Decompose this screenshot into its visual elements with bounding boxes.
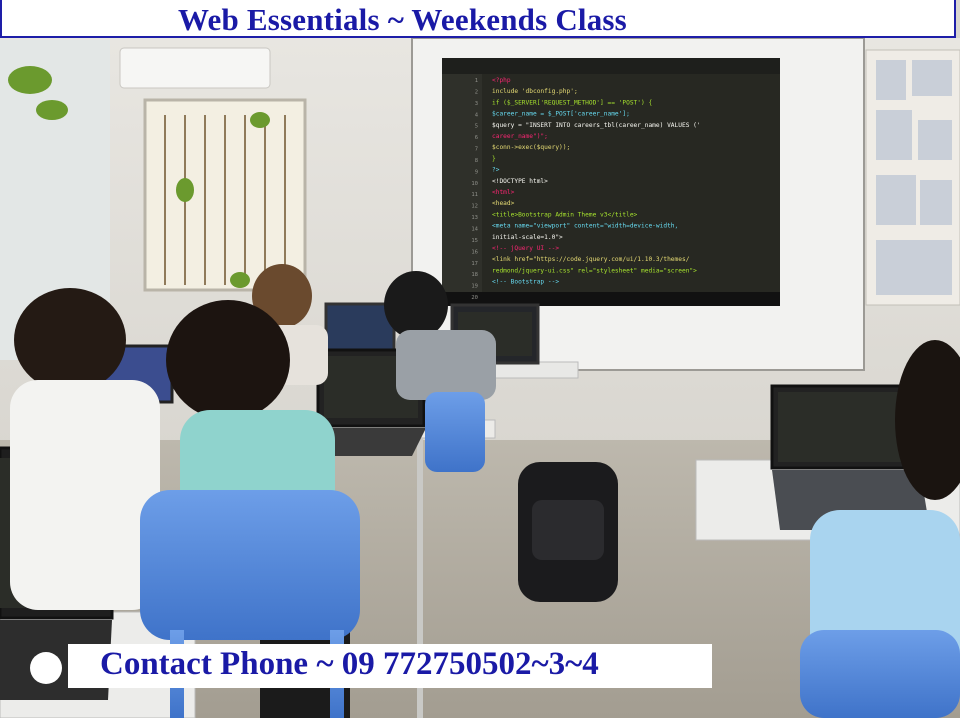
code-line: include 'dbconfig.php'; <box>492 88 578 95</box>
code-line: <html> <box>492 189 515 196</box>
line-number: 14 <box>471 227 478 233</box>
line-number: 18 <box>471 272 478 278</box>
line-number: 15 <box>471 238 478 244</box>
line-number: 20 <box>471 295 478 301</box>
code-line: $query = "INSERT INTO careers_tbl(career… <box>492 122 701 129</box>
line-number: 16 <box>471 249 478 255</box>
code-line: <!-- Bootstrap --> <box>492 279 559 286</box>
classroom-photo: <?php include 'dbconfig.php'; if ($_SERVER… <box>0 37 960 718</box>
code-line: <meta name="viewport" content="width=dev… <box>492 223 678 230</box>
line-number: 9 <box>475 169 478 175</box>
code-line: <title>Bootstrap Admin Theme v3</title> <box>492 211 638 218</box>
code-line: <?php <box>492 77 511 84</box>
line-number: 7 <box>475 147 478 153</box>
laptop-back-left <box>324 302 396 352</box>
bullet-dot <box>30 652 62 684</box>
code-line: $career_name = $_POST['career_name']; <box>492 111 630 118</box>
title-banner: Web Essentials ~ Weekends Class <box>0 0 956 38</box>
code-line: <link href="https://code.jquery.com/ui/1… <box>492 256 690 263</box>
line-number: 3 <box>475 101 478 107</box>
chair-blue-right <box>800 630 960 718</box>
line-number: 2 <box>475 89 478 95</box>
line-number: 11 <box>471 192 478 198</box>
code-line: if ($_SERVER['REQUEST_METHOD'] == 'POST'… <box>492 99 652 106</box>
air-conditioner <box>119 47 271 89</box>
chair-blue-back <box>425 392 485 472</box>
code-line: <head> <box>492 200 515 207</box>
code-line: ?> <box>492 167 500 174</box>
line-number: 8 <box>475 158 478 164</box>
line-number: 6 <box>475 135 478 141</box>
line-number: 10 <box>471 181 478 187</box>
code-line: } <box>492 155 496 162</box>
code-line: $conn->exec($query)); <box>492 144 570 151</box>
backpack <box>518 462 618 602</box>
code-line: <!DOCTYPE html> <box>492 178 548 185</box>
code-line: redmond/jquery-ui.css" rel="stylesheet" … <box>492 267 697 274</box>
code-line: <!-- jQuery UI --> <box>492 245 559 252</box>
code-line: career_name")"; <box>492 133 548 140</box>
editor-tabbar <box>442 58 780 74</box>
line-number: 19 <box>471 284 478 290</box>
contact-phone-text: Contact Phone ~ 09 772750502~3~4 <box>100 646 599 682</box>
line-number: 13 <box>471 215 478 221</box>
line-number: 5 <box>475 124 478 130</box>
code-line: initial-scale=1.0"> <box>492 234 563 241</box>
line-number: 1 <box>475 78 478 84</box>
line-number: 17 <box>471 261 478 267</box>
class-title: Web Essentials ~ Weekends Class <box>178 2 627 37</box>
line-number: 12 <box>471 204 478 210</box>
